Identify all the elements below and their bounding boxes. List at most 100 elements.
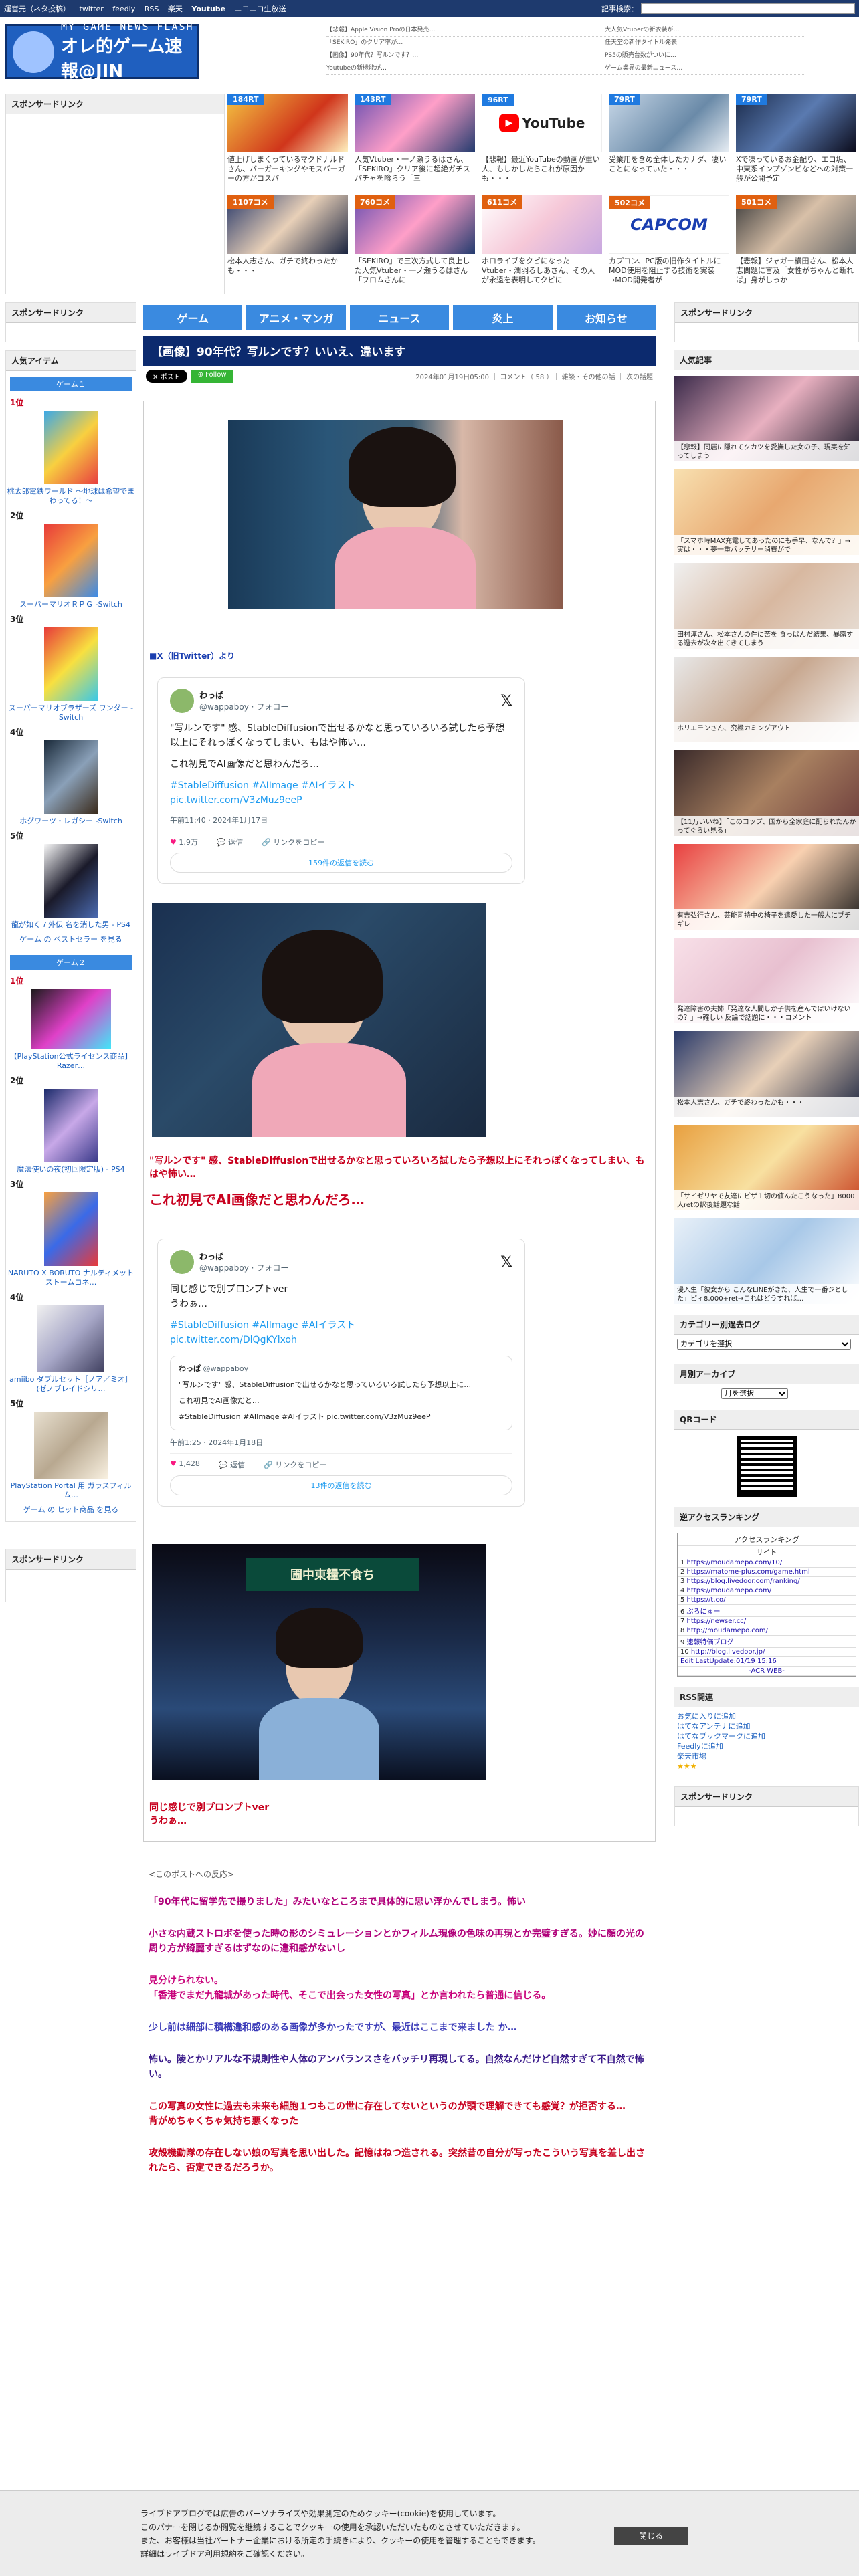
product-title[interactable]: ホグワーツ・レガシー -Switch	[6, 817, 136, 826]
popular-article-thumb[interactable]: 田村淳さん、松本さんの件に苦を 食っぱんだ結果、暴露する過去が次々出てきてしまう	[674, 563, 859, 649]
popular-article-thumb[interactable]: 発達障害の夫姉「発達な人間しか子供を産んではいけないの？」→確しい 反論で話題に…	[674, 938, 859, 1023]
header-news-item[interactable]: 任天堂の新作タイトル発表…	[605, 37, 805, 49]
product-image[interactable]	[44, 844, 98, 918]
x-logo-icon[interactable]: 𝕏	[500, 1254, 512, 1271]
nav-tab-anime[interactable]: アニメ・マンガ	[246, 305, 346, 330]
tweet-hashtags[interactable]: #StableDiffusion #AIImage #AIイラスト	[170, 778, 512, 793]
featured-card[interactable]: 501コメ 【悲報】ジャガー横田さん、松本人志問題に言及「女性がちゃんと断れば」…	[736, 195, 856, 296]
top-link-niconico[interactable]: ニコニコ生放送	[235, 5, 286, 13]
featured-card[interactable]: 96RT ▶ YouTube 【悲報】最近YouTubeの動画が重い人、もしかしたら…	[482, 94, 602, 194]
product-title[interactable]: NARUTO X BORUTO ナルティメットストームコネ…	[6, 1269, 136, 1287]
popular-article-thumb[interactable]: 「サイゼリヤで友達にピザ１切の値んたこうなった」8000人retの訳後話題な話	[674, 1125, 859, 1210]
hit-products-link[interactable]: ゲーム の ヒット商品 を見る	[6, 1505, 136, 1515]
product-title[interactable]: 龍が如く７外伝 名を消した男 - PS4	[6, 920, 136, 930]
header-news-item[interactable]: PS5の販売台数がついに…	[605, 49, 805, 62]
tweet-copy-link[interactable]: 🔗 リンクをコピー	[264, 1459, 326, 1470]
product-image[interactable]	[44, 627, 98, 701]
featured-card[interactable]: 143RT 人気Vtuber・一ノ瀬うるはさん、「SEKIRO」クリア後に超絶ガ…	[355, 94, 475, 194]
ranking-footer[interactable]: Edit LastUpdate:01/19 15:16	[678, 1657, 856, 1667]
popular-article-thumb[interactable]: 松本人志さん、ガチで終わったかも・・・	[674, 1031, 859, 1117]
category-select[interactable]: カテゴリを選択	[677, 1339, 851, 1350]
featured-card[interactable]: 79RT Xで凍っているお金配り、エロ垢、中東系インプゾンビなどへの対策一般が公…	[736, 94, 856, 194]
rss-link[interactable]: Feedlyに追加	[677, 1741, 856, 1751]
ranking-row[interactable]: 7 https://newser.cc/	[678, 1617, 856, 1626]
tweet-reply[interactable]: 💬 返信	[217, 837, 243, 847]
product-title[interactable]: amiibo ダブルセット［ノア／ミオ］(ゼノブレイドシリ…	[6, 1375, 136, 1394]
top-link-feedly[interactable]: feedly	[112, 5, 135, 13]
tweet-avatar[interactable]	[170, 1250, 194, 1274]
header-news-item[interactable]: 「SEKIRO」のクリア率が…	[326, 37, 607, 49]
product-title[interactable]: スーパーマリオＲＰＧ -Switch	[6, 600, 136, 609]
ranking-row[interactable]: 2 https://matome-plus.com/game.html	[678, 1568, 856, 1577]
tweet-author-handle[interactable]: @wappaboy · フォロー	[199, 1262, 288, 1273]
quoted-tweet[interactable]: わっぱ @wappaboy "写ルンです" 感、StableDiffusionで…	[170, 1356, 512, 1430]
tweet-hashtags[interactable]: #StableDiffusion #AIImage #AIイラスト	[170, 1318, 512, 1333]
ranking-row[interactable]: 5 https://t.co/	[678, 1596, 856, 1605]
bestseller-link[interactable]: ゲーム の ベストセラー を見る	[6, 935, 136, 944]
ranking-row[interactable]: 1 https://moudamepo.com/10/	[678, 1558, 856, 1568]
tweet-copy-link[interactable]: 🔗 リンクをコピー	[262, 837, 324, 847]
search-input[interactable]	[641, 3, 855, 14]
nav-tab-news[interactable]: ニュース	[349, 305, 450, 330]
rss-link[interactable]: お気に入りに追加	[677, 1711, 856, 1721]
header-news-item[interactable]: ゲーム業界の最新ニュース…	[605, 62, 805, 75]
tweet-avatar[interactable]	[170, 689, 194, 713]
nav-tab-notice[interactable]: お知らせ	[556, 305, 656, 330]
tweet-read-replies-button[interactable]: 13件の返信を読む	[170, 1475, 512, 1495]
featured-card[interactable]: 79RT 受業用を含め全体したカナダ、凄いことになっていた・・・	[609, 94, 729, 194]
product-title[interactable]: スーパーマリオブラザーズ ワンダー -Switch	[6, 704, 136, 722]
tweet-like[interactable]: ♥ 1,428	[170, 1459, 200, 1470]
product-title[interactable]: PlayStation Portal 用 ガラスフィルム…	[6, 1481, 136, 1500]
featured-card[interactable]: 611コメ ホロライブをクビになったVtuber・潤羽るしあさん、その人が永遠を…	[482, 195, 602, 296]
popular-article-thumb[interactable]: 【悲報】同居に隠れてクカツを愛撫した女の子、現実を知ってしまう	[674, 376, 859, 461]
popular-article-thumb[interactable]: 「スマホ時MAX充電してあったのにも手早、なんで？」→実は・・・夢一重バッテリー…	[674, 469, 859, 555]
embedded-tweet[interactable]: わっぱ @wappaboy · フォロー 𝕏 同じ感じで別プロンプトver うわ…	[157, 1239, 525, 1507]
tweet-pic-link[interactable]: pic.twitter.com/V3zMuz9eeP	[170, 793, 512, 808]
month-select[interactable]: 月を選択	[721, 1388, 788, 1399]
featured-card[interactable]: 184RT 値上げしまくっているマクドナルドさん、バーガーキングやモスバーガーの…	[227, 94, 348, 194]
post-button[interactable]: ✕ ポスト	[146, 370, 187, 383]
tweet-like[interactable]: ♥ 1.9万	[170, 837, 198, 847]
featured-card[interactable]: 1107コメ 松本人志さん、ガチで終わったかも・・・	[227, 195, 348, 296]
cookie-text-4[interactable]: 詳細はライブドア利用規約をご確認ください。	[140, 2547, 859, 2561]
rss-link[interactable]: はてなブックマークに追加	[677, 1731, 856, 1741]
top-link-contact[interactable]: 運営元（ネタ投稿）	[4, 5, 70, 13]
product-image[interactable]	[44, 1192, 98, 1266]
nav-tab-enjou[interactable]: 炎上	[453, 305, 553, 330]
popular-article-thumb[interactable]: 有吉弘行さん、芸能司持中の椅子を遣愛した一般人にブチギレ	[674, 844, 859, 930]
product-image[interactable]	[44, 740, 98, 814]
featured-card[interactable]: 502コメ CAPCOM カプコン、PC版の旧作タイトルにMOD使用を阻止する技術…	[609, 195, 729, 296]
popular-article-thumb[interactable]: 【11万いいね】「このコップ、国から全家庭に配られたんかってぐらい見る」	[674, 750, 859, 836]
top-link-rss[interactable]: RSS	[145, 5, 159, 13]
product-title[interactable]: 魔法使いの夜(初回限定版) - PS4	[6, 1165, 136, 1174]
ranking-row[interactable]: 10 http://blog.livedoor.jp/	[678, 1648, 856, 1657]
tweet-author-name[interactable]: わっぱ	[199, 689, 288, 701]
popular-article-thumb[interactable]: ホリエモンさん、究極カミングアウト	[674, 657, 859, 742]
ranking-acr-link[interactable]: -ACR WEB-	[678, 1667, 856, 1676]
product-image[interactable]	[44, 524, 98, 597]
product-title[interactable]: 【PlayStation公式ライセンス商品】Razer…	[6, 1052, 136, 1071]
ranking-row[interactable]: 4 https://moudamepo.com/	[678, 1586, 856, 1596]
top-link-rakuten[interactable]: 楽天	[168, 5, 183, 13]
top-link-twitter[interactable]: twitter	[80, 5, 104, 13]
product-title[interactable]: 桃太郎電鉄ワールド ～地球は希望でまわってる！～	[6, 487, 136, 506]
tweet-read-replies-button[interactable]: 159件の返信を読む	[170, 853, 512, 873]
site-logo[interactable]: MY GAME NEWS FLASH オレ的ゲーム速報@JIN	[5, 21, 199, 82]
ranking-row[interactable]: 9 速報特価ブログ	[678, 1636, 856, 1648]
tweet-author-name[interactable]: わっぱ	[199, 1251, 288, 1262]
header-news-item[interactable]: Youtubeの新機能が…	[326, 62, 607, 75]
header-news-item[interactable]: 【画像】90年代？写ルンです？…	[326, 49, 607, 62]
embedded-tweet[interactable]: わっぱ @wappaboy · フォロー 𝕏 "写ルンです" 感、StableD…	[157, 677, 525, 884]
product-image[interactable]	[34, 1412, 108, 1479]
tweet-author-handle[interactable]: @wappaboy · フォロー	[199, 701, 288, 712]
tweet-pic-link[interactable]: pic.twitter.com/DlQgKYlxoh	[170, 1333, 512, 1348]
ranking-row[interactable]: 8 http://moudamepo.com/	[678, 1626, 856, 1636]
follow-button[interactable]: ⊕ Follow	[191, 370, 233, 383]
popular-article-thumb[interactable]: 漫入生「彼女から こんなLINEがきた、人生で一番ジとした」ピィ8,000+re…	[674, 1218, 859, 1304]
header-news-item[interactable]: 大人気Vtuberの新衣装が…	[605, 24, 805, 37]
nav-tab-game[interactable]: ゲーム	[143, 305, 243, 330]
cookie-close-button[interactable]: 閉じる	[614, 2527, 688, 2545]
rss-link[interactable]: 楽天市場	[677, 1751, 856, 1761]
rss-link[interactable]: はてなアンテナに追加	[677, 1721, 856, 1731]
x-logo-icon[interactable]: 𝕏	[500, 693, 512, 710]
